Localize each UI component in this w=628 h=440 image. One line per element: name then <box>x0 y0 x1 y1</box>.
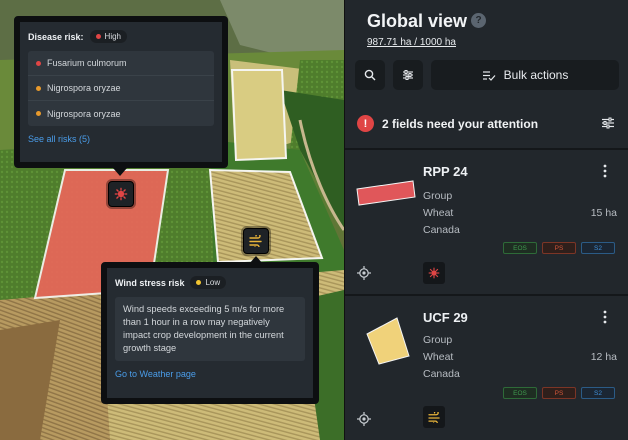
weather-page-link[interactable]: Go to Weather page <box>115 369 305 379</box>
tag-s2: S2 <box>581 242 615 254</box>
wind-stress-description: Wind speeds exceeding 5 m/s for more tha… <box>115 297 305 361</box>
severity-dot-icon <box>36 60 41 66</box>
attention-text: 2 fields need your attention <box>382 117 539 131</box>
disease-name: Fusarium culmorum <box>47 58 127 68</box>
alert-icon: ! <box>357 115 374 132</box>
field-area: 15 ha <box>590 207 617 219</box>
list-item: Nigrospora oryzae <box>28 101 214 126</box>
wind-stress-popup: Wind stress risk Low Wind speeds exceedi… <box>101 262 319 404</box>
filter-button[interactable] <box>393 60 423 90</box>
area-summary[interactable]: 987.71 ha / 1000 ha <box>367 37 456 48</box>
source-tags: EOS PS S2 <box>503 242 615 254</box>
more-options-icon[interactable] <box>601 310 609 324</box>
locate-icon[interactable] <box>357 266 371 280</box>
field-group: Group <box>423 334 453 346</box>
risk-dot-icon <box>95 34 101 39</box>
sliders-icon <box>403 70 413 80</box>
risk-dot-icon <box>196 280 202 285</box>
tag-ps: PS <box>542 387 576 399</box>
field-panel: Global view ? 987.71 ha / 1000 ha Bulk a… <box>344 0 628 440</box>
locate-icon[interactable] <box>357 412 371 426</box>
field-country: Canada <box>423 368 460 380</box>
disease-name: Nigrospora oryzae <box>47 83 121 93</box>
field-shape-thumbnail <box>366 317 410 365</box>
help-icon[interactable]: ? <box>471 13 486 28</box>
field-card-ucf29[interactable]: UCF 29 Group Wheat 12 ha Canada EOS PS S… <box>345 296 628 440</box>
bulk-actions-label: Bulk actions <box>503 68 569 82</box>
risk-level-text: Low <box>205 278 221 287</box>
disease-name: Nigrospora oryzae <box>47 108 121 119</box>
field-shape-thumbnail <box>356 180 416 206</box>
attention-banner[interactable]: ! 2 fields need your attention <box>345 100 628 148</box>
tag-ps: PS <box>542 242 576 254</box>
disease-risk-popup: Disease risk: High Fusarium culmorum Nig… <box>14 16 228 168</box>
search-icon <box>364 69 376 81</box>
app-root: Disease risk: High Fusarium culmorum Nig… <box>0 0 628 440</box>
more-options-icon[interactable] <box>601 164 609 178</box>
see-all-risks-link[interactable]: See all risks (5) <box>28 134 214 144</box>
wind-stress-title: Wind stress risk <box>115 277 185 288</box>
field-crop: Wheat <box>423 207 454 219</box>
list-item: Fusarium culmorum <box>28 51 214 76</box>
field-group: Group <box>423 190 453 202</box>
field-name: UCF 29 <box>423 310 468 325</box>
disease-risk-title: Disease risk: <box>28 31 84 42</box>
field-area: 12 ha <box>590 351 617 363</box>
map-view[interactable]: Disease risk: High Fusarium culmorum Nig… <box>0 0 344 440</box>
popup-pointer <box>113 168 127 176</box>
risk-level-text: High <box>104 32 121 41</box>
virus-icon[interactable] <box>108 181 134 207</box>
search-button[interactable] <box>355 60 385 90</box>
list-item: Nigrospora oryzae <box>28 76 214 101</box>
page-title: Global view <box>367 11 468 31</box>
bulk-actions-button[interactable]: Bulk actions <box>431 60 619 90</box>
tag-eos: EOS <box>503 387 537 399</box>
source-tags: EOS PS S2 <box>503 387 615 399</box>
tune-icon[interactable] <box>601 116 615 130</box>
risk-level-badge: Low <box>190 276 227 289</box>
field-country: Canada <box>423 224 460 236</box>
severity-dot-icon <box>36 111 41 116</box>
wind-icon[interactable] <box>243 228 269 254</box>
tag-eos: EOS <box>503 242 537 254</box>
field-name: RPP 24 <box>423 164 468 179</box>
disease-list: Fusarium culmorum Nigrospora oryzae Nigr… <box>28 51 214 126</box>
risk-level-badge: High <box>89 30 127 43</box>
severity-dot-icon <box>36 85 41 91</box>
checklist-icon <box>482 70 496 81</box>
wind-icon[interactable] <box>423 406 445 428</box>
virus-icon[interactable] <box>423 262 445 284</box>
field-crop: Wheat <box>423 351 454 363</box>
field-card-rpp24[interactable]: RPP 24 Group Wheat 15 ha Canada EOS PS S… <box>345 150 628 294</box>
tag-s2: S2 <box>581 387 615 399</box>
